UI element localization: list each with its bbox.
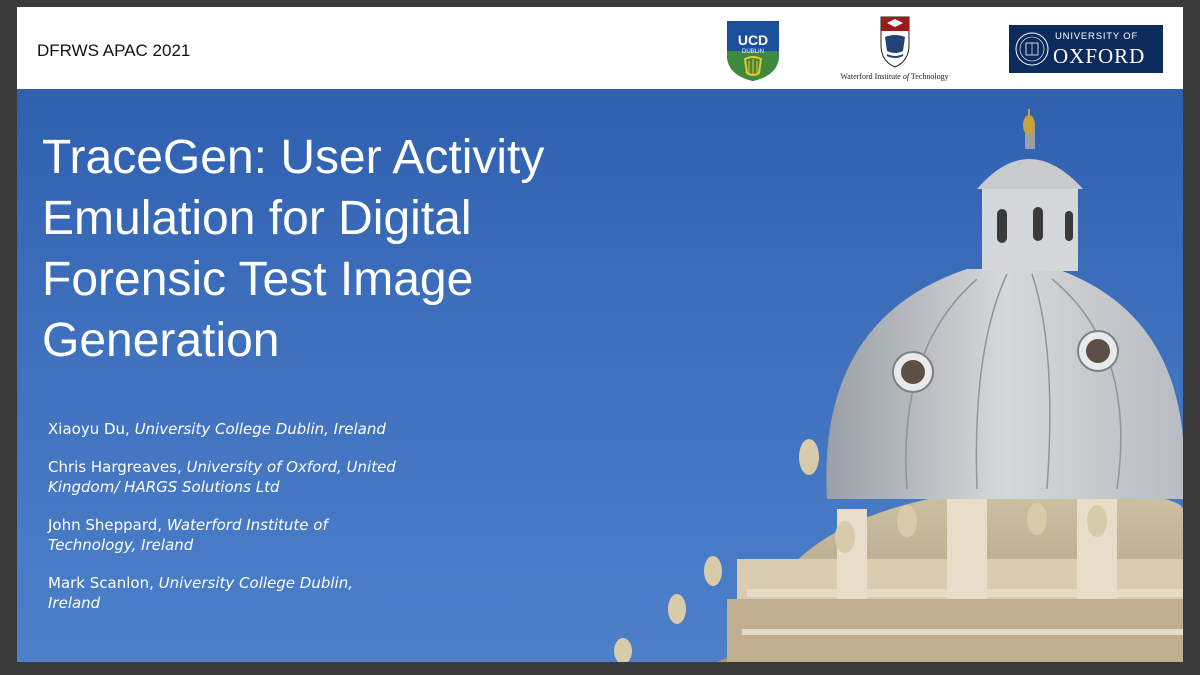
oxford-logo: UNIVERSITY OF OXFORD	[1009, 25, 1163, 73]
author-name: John Sheppard,	[48, 516, 167, 534]
slide-title: TraceGen: User Activity Emulation for Di…	[42, 127, 642, 371]
wit-logo: Waterford Institute of Technology	[837, 15, 952, 85]
author-entry: Xiaoyu Du, University College Dublin, Ir…	[48, 419, 418, 439]
main-panel: TraceGen: User Activity Emulation for Di…	[17, 89, 1183, 662]
author-entry: Chris Hargreaves, University of Oxford, …	[48, 457, 418, 497]
radcliffe-dome-image	[614, 109, 1183, 662]
author-affiliation: University College Dublin, Ireland	[134, 420, 386, 438]
author-name: Mark Scanlon,	[48, 574, 159, 592]
author-entry: Mark Scanlon, University College Dublin,…	[48, 573, 378, 613]
slide: DFRWS APAC 2021 UCD DUBLIN Waterford Ins…	[17, 7, 1183, 662]
ucd-logo-subtext: DUBLIN	[742, 49, 764, 55]
title-line: Generation	[42, 314, 280, 367]
ucd-logo: UCD DUBLIN	[725, 19, 781, 83]
author-name: Xiaoyu Du,	[48, 420, 135, 438]
title-line: Emulation for Digital	[42, 192, 472, 245]
author-name: Chris Hargreaves,	[48, 458, 187, 476]
oxford-small-text: UNIVERSITY OF	[1055, 31, 1139, 42]
author-list: Xiaoyu Du, University College Dublin, Ir…	[48, 419, 448, 631]
author-entry: John Sheppard, Waterford Institute of Te…	[48, 515, 368, 555]
ucd-logo-text: UCD	[738, 32, 768, 48]
title-line: TraceGen: User Activity	[42, 131, 545, 184]
wit-label: Waterford Institute of Technology	[840, 72, 949, 81]
oxford-crest-icon	[1015, 32, 1049, 66]
title-line: Forensic Test Image	[42, 253, 474, 306]
header-bar: DFRWS APAC 2021 UCD DUBLIN Waterford Ins…	[17, 7, 1183, 89]
conference-label: DFRWS APAC 2021	[37, 41, 191, 60]
oxford-big-text: OXFORD	[1053, 44, 1146, 68]
